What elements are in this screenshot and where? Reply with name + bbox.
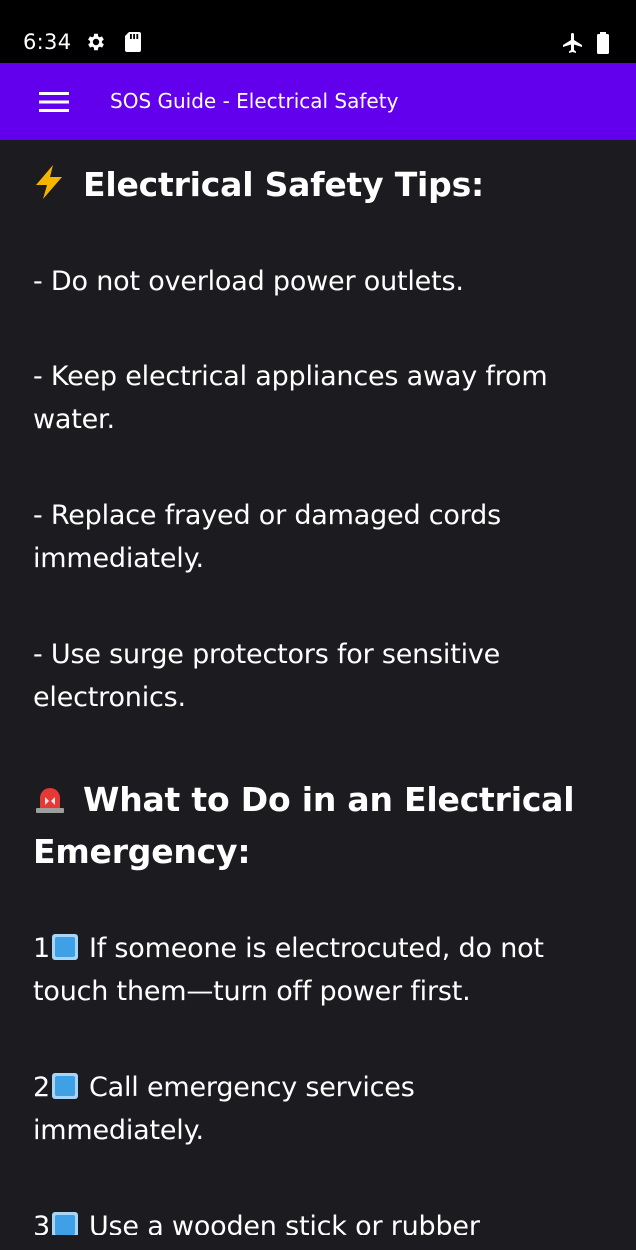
- hamburger-menu-icon: [39, 91, 69, 113]
- keycap-icon: [51, 933, 79, 961]
- airplane-icon: [561, 31, 585, 55]
- lightning-bolt-icon: [33, 164, 65, 200]
- step-line: immediately.: [33, 1115, 204, 1146]
- step-line: 1 If someone is electrocuted, do not: [33, 933, 544, 964]
- app-title: SOS Guide - Electrical Safety: [110, 89, 399, 113]
- gear-icon: [85, 31, 109, 55]
- tip-line: - Use surge protectors for sensitive: [33, 639, 501, 670]
- tip-line: immediately.: [33, 543, 204, 574]
- bottom-edge: [0, 1235, 636, 1250]
- section-heading-emergency: What to Do in an Electrical: [33, 780, 603, 819]
- step-line: 3 Use a wooden stick or rubber: [33, 1211, 603, 1235]
- tip-line: water.: [33, 404, 115, 435]
- tip-line: - Keep electrical appliances away from: [33, 361, 548, 392]
- menu-button[interactable]: [26, 77, 82, 127]
- sd-card-icon: [123, 31, 147, 55]
- step-line: 2 Call emergency services: [33, 1072, 415, 1103]
- guide-content[interactable]: Electrical Safety Tips: - Do not overloa…: [33, 140, 603, 1235]
- status-bar: 6:34: [0, 0, 636, 63]
- status-time: 6:34: [23, 30, 72, 54]
- tip-line: - Do not overload power outlets.: [33, 266, 464, 297]
- tip-line: electronics.: [33, 682, 186, 713]
- app-bar: SOS Guide - Electrical Safety: [0, 63, 636, 140]
- tip-line: - Replace frayed or damaged cords: [33, 500, 501, 531]
- section-heading-emergency-cont: Emergency:: [33, 832, 251, 871]
- battery-icon: [596, 31, 620, 55]
- section-heading-safety-tips: Electrical Safety Tips:: [33, 164, 603, 204]
- keycap-icon: [51, 1072, 79, 1100]
- step-line: touch them—turn off power first.: [33, 976, 471, 1007]
- siren-icon: [33, 782, 67, 814]
- keycap-icon: [51, 1211, 79, 1235]
